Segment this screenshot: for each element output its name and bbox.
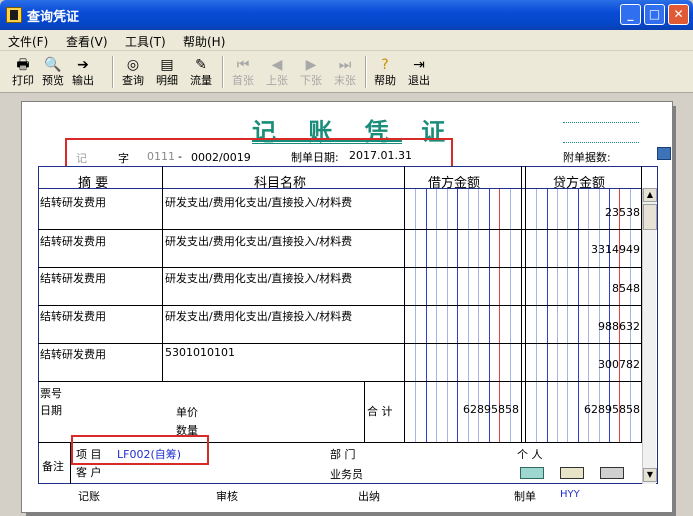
- ticket-label: 票号: [40, 387, 62, 400]
- app-icon: [6, 7, 22, 23]
- customer-label: 客 户: [76, 466, 102, 479]
- highlight-box-project: [71, 435, 209, 465]
- toolbar-separator: [365, 56, 367, 88]
- next-page-icon: ▶: [305, 57, 317, 73]
- row-credit[interactable]: 988632: [528, 320, 640, 333]
- title-bar: 查询凭证 _ □ ✕: [0, 0, 693, 30]
- window-title: 查询凭证: [27, 10, 80, 25]
- maker-value: HYY: [560, 489, 580, 500]
- first-page-icon: ⏮: [236, 57, 250, 73]
- row-credit[interactable]: 8548: [528, 282, 640, 295]
- detail-button[interactable]: ▤ 明细: [153, 54, 181, 90]
- row-summary[interactable]: 结转研发费用: [40, 270, 106, 286]
- row-account[interactable]: 研发支出/费用化支出/直接投入/材料费: [165, 233, 352, 249]
- preview-icon: 🔍: [44, 57, 62, 73]
- unit-price-label: 单价: [176, 406, 198, 419]
- menu-bar: 文件(F) 查看(V) 工具(T) 帮助(H): [0, 30, 693, 50]
- card-icon[interactable]: [520, 467, 544, 479]
- last-page-icon: ⏭: [338, 57, 352, 73]
- toolbar: 🖶 打印 🔍 预览 ➔ 输出 ◎ 查询 ▤ 明细 ✎ 流量 ⏮ 首张 ◀ 上张 …: [0, 51, 693, 93]
- notes-label: 备注: [42, 460, 64, 473]
- maker-label: 制单: [514, 490, 536, 503]
- row-account[interactable]: 5301010101: [165, 346, 235, 359]
- row-credit[interactable]: 23538: [528, 206, 640, 219]
- salesman-label: 业务员: [330, 468, 363, 481]
- search-small-icon[interactable]: [657, 147, 671, 160]
- credit-header: 贷方金额: [553, 176, 606, 191]
- dotted-line: [563, 122, 639, 123]
- debit-total: 62895858: [463, 403, 519, 416]
- menu-help[interactable]: 帮助(H): [183, 33, 225, 50]
- row-line: [38, 229, 642, 230]
- account-header: 科目名称: [254, 176, 307, 191]
- credit-total: 62895858: [584, 403, 640, 416]
- row-credit[interactable]: 300782: [528, 358, 640, 371]
- summary-header: 摘 要: [78, 176, 109, 191]
- highlight-box-header: [65, 138, 453, 169]
- calculator-icon[interactable]: [560, 467, 584, 479]
- col-divider: [162, 166, 163, 381]
- row-credit[interactable]: 3314949: [528, 243, 640, 256]
- export-icon: ➔: [77, 57, 89, 73]
- exit-door-icon: ⇥: [413, 57, 425, 73]
- pen-icon: ✎: [195, 57, 207, 73]
- toolbar-separator: [222, 56, 224, 88]
- flow-button[interactable]: ✎ 流量: [187, 54, 215, 90]
- maximize-button[interactable]: □: [644, 4, 665, 25]
- row-line: [38, 267, 642, 268]
- exit-button[interactable]: ⇥ 退出: [405, 54, 433, 90]
- prev-page-icon: ◀: [271, 57, 283, 73]
- row-summary[interactable]: 结转研发费用: [40, 194, 106, 210]
- close-button[interactable]: ✕: [668, 4, 689, 25]
- row-line: [38, 381, 642, 382]
- menu-file[interactable]: 文件(F): [8, 33, 48, 50]
- row-account[interactable]: 研发支出/费用化支出/直接投入/材料费: [165, 194, 352, 210]
- col-divider: [364, 381, 365, 442]
- dept-label: 部 门: [330, 448, 356, 461]
- toolbar-separator: [112, 56, 114, 88]
- total-label: 合 计: [367, 405, 393, 418]
- help-icon: ?: [381, 57, 389, 73]
- scroll-thumb[interactable]: [643, 204, 657, 230]
- person-label: 个 人: [517, 448, 543, 461]
- bookkeeping-label: 记账: [78, 490, 100, 503]
- binoculars-icon: ◎: [126, 57, 140, 73]
- scroll-up-icon[interactable]: ▲: [643, 188, 657, 202]
- row-account[interactable]: 研发支出/费用化支出/直接投入/材料费: [165, 308, 352, 324]
- date-row-label: 日期: [40, 404, 62, 417]
- minimize-button[interactable]: _: [620, 4, 641, 25]
- review-label: 审核: [216, 490, 238, 503]
- query-button[interactable]: ◎ 查询: [119, 54, 147, 90]
- next-button[interactable]: ▶ 下张: [297, 54, 325, 90]
- first-button[interactable]: ⏮ 首张: [229, 54, 257, 90]
- menu-view[interactable]: 查看(V): [66, 33, 108, 50]
- printer-icon: 🖶: [16, 57, 30, 73]
- print-button[interactable]: 🖶 打印: [9, 54, 37, 90]
- edit-icon[interactable]: [600, 467, 624, 479]
- dotted-line: [563, 142, 639, 143]
- preview-button[interactable]: 🔍 预览: [39, 54, 67, 90]
- help-button[interactable]: ? 帮助: [371, 54, 399, 90]
- cashier-label: 出纳: [358, 490, 380, 503]
- scroll-down-icon[interactable]: ▼: [643, 468, 657, 482]
- row-summary[interactable]: 结转研发费用: [40, 346, 106, 362]
- row-account[interactable]: 研发支出/费用化支出/直接投入/材料费: [165, 270, 352, 286]
- row-line: [38, 343, 642, 344]
- row-line: [38, 305, 642, 306]
- vertical-scrollbar[interactable]: ▲ ▼: [642, 188, 657, 484]
- attachment-label: 附单据数:: [563, 151, 611, 164]
- ledger-icon: ▤: [160, 57, 174, 73]
- last-button[interactable]: ⏭ 末张: [331, 54, 359, 90]
- export-button[interactable]: ➔ 输出: [69, 54, 97, 90]
- prev-button[interactable]: ◀ 上张: [263, 54, 291, 90]
- menu-tools[interactable]: 工具(T): [125, 33, 166, 50]
- row-summary[interactable]: 结转研发费用: [40, 308, 106, 324]
- row-summary[interactable]: 结转研发费用: [40, 233, 106, 249]
